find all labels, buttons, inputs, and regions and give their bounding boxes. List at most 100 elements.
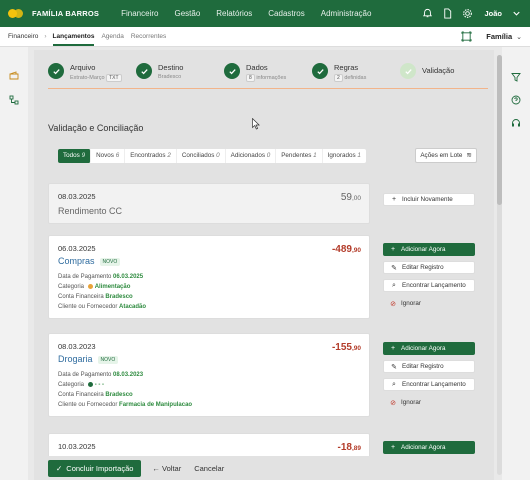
bell-icon[interactable]	[422, 8, 433, 19]
filter-novos[interactable]: Novos 6	[91, 149, 126, 163]
field-payment-date: Data de Pagamento 08.03.2023	[58, 372, 144, 378]
find-entry-button[interactable]: ⌕ Encontrar Lançamento	[383, 378, 475, 391]
plus-icon: +	[390, 345, 396, 352]
scrollbar-thumb[interactable]	[497, 55, 502, 205]
step-dados[interactable]: Dados 8 informações	[224, 63, 312, 82]
add-now-button[interactable]: + Adicionar Agora	[383, 243, 475, 256]
brand-name[interactable]: FAMÍLIA BARROS	[32, 9, 99, 18]
file-type-badge: TXT	[106, 74, 122, 82]
filter-pendentes[interactable]: Pendentes 1	[276, 149, 323, 163]
field-account: Conta Financeira Bradesco	[58, 392, 133, 398]
card-date: 08.03.2023	[58, 342, 96, 351]
filter-encontrados[interactable]: Encontrados 2	[125, 149, 177, 163]
bottom-action-bar: ✓ Concluir Importação ← Voltar Cancelar	[34, 456, 494, 480]
block-icon: ⊘	[390, 399, 396, 407]
ignore-button[interactable]: ⊘ Ignorar	[383, 396, 475, 409]
chevron-right-icon: ›	[44, 33, 47, 40]
filter-adicionados[interactable]: Adicionados 0	[226, 149, 277, 163]
card-title[interactable]: Drogaria NOVO	[58, 354, 119, 364]
nav-gestao[interactable]: Gestão	[174, 9, 200, 18]
block-icon: ⊘	[390, 300, 396, 308]
family-selector[interactable]: Família	[486, 32, 512, 41]
step-destino[interactable]: Destino Bradesco	[136, 63, 224, 80]
mouse-cursor-icon	[252, 118, 260, 130]
wallet-icon[interactable]	[9, 68, 19, 80]
transaction-card[interactable]: 06.03.2025 Compras NOVO -489,90 Data de P…	[48, 235, 370, 319]
card-date: 08.03.2025	[58, 192, 96, 201]
scrollbar[interactable]	[497, 55, 502, 475]
expand-icon[interactable]	[461, 31, 472, 42]
headset-icon[interactable]	[511, 115, 521, 127]
nav-financeiro[interactable]: Financeiro	[121, 9, 158, 18]
search-icon: ⌕	[392, 281, 396, 289]
step-arquivo[interactable]: Arquivo Extrato-Março TXT	[48, 63, 136, 82]
conclude-import-button[interactable]: ✓ Concluir Importação	[48, 459, 142, 477]
card-title[interactable]: Compras NOVO	[58, 256, 121, 266]
nav-cadastros[interactable]: Cadastros	[268, 9, 304, 18]
cancel-button[interactable]: Cancelar	[194, 464, 224, 473]
step-title: Arquivo	[70, 63, 96, 72]
filter-conciliados[interactable]: Conciliados 0	[177, 149, 226, 163]
edit-record-button[interactable]: ✎ Editar Registro	[383, 360, 475, 373]
field-category: Categoria Alimentação	[58, 284, 131, 291]
tab-recorrentes[interactable]: Recorrentes	[131, 33, 166, 40]
edit-record-button[interactable]: ✎ Editar Registro	[383, 261, 475, 274]
user-name[interactable]: João	[484, 9, 502, 18]
card-date: 10.03.2025	[58, 442, 96, 451]
field-supplier: Cliente ou Fornecedor Atacadão	[58, 304, 147, 310]
stepper-divider	[48, 88, 488, 89]
transaction-card[interactable]: 08.03.2023 Drogaria NOVO -155,90 Data de …	[48, 333, 370, 417]
hierarchy-icon[interactable]	[9, 92, 19, 105]
find-entry-button[interactable]: ⌕ Encontrar Lançamento	[383, 279, 475, 292]
chevron-down-icon[interactable]: ⌄	[516, 33, 522, 41]
include-again-button[interactable]: + Incluir Novamente	[383, 193, 475, 206]
count-badge: 2	[334, 74, 343, 82]
transaction-card[interactable]: 08.03.2025 Rendimento CC 59,00	[48, 183, 370, 224]
bulk-actions-label: Ações em Lote	[420, 152, 463, 159]
filter-tabs: Todos 9 Novos 6 Encontrados 2 Conciliado…	[58, 149, 366, 163]
plus-icon: +	[390, 246, 396, 253]
plus-icon: +	[391, 196, 397, 203]
plus-icon: +	[390, 444, 396, 451]
filter-ignorados[interactable]: Ignorados 1	[323, 149, 366, 163]
bulk-actions-button[interactable]: Ações em Lote ≋	[415, 148, 477, 163]
ignore-button[interactable]: ⊘ Ignorar	[383, 297, 475, 310]
back-button[interactable]: ← Voltar	[152, 464, 181, 473]
tab-agenda[interactable]: Agenda	[101, 33, 123, 40]
step-regras[interactable]: Regras 2 definidas	[312, 63, 400, 82]
arrow-left-icon: ←	[152, 463, 160, 473]
pencil-icon: ✎	[391, 264, 397, 272]
gear-icon[interactable]	[462, 8, 473, 19]
brand-logo[interactable]	[8, 9, 23, 18]
layers-icon: ≋	[466, 152, 472, 159]
new-badge: NOVO	[97, 355, 119, 364]
nav-relatorios[interactable]: Relatórios	[216, 9, 252, 18]
nav-administracao[interactable]: Administração	[321, 9, 372, 18]
step-title: Validação	[422, 66, 455, 75]
add-now-button[interactable]: + Adicionar Agora	[383, 342, 475, 355]
check-icon	[136, 63, 152, 79]
main-nav: Financeiro Gestão Relatórios Cadastros A…	[121, 9, 387, 18]
add-now-button[interactable]: + Adicionar Agora	[383, 441, 475, 454]
left-sidebar	[0, 47, 28, 480]
chevron-down-icon[interactable]	[511, 8, 522, 19]
step-subtitle: Bradesco	[158, 74, 182, 80]
filter-icon[interactable]	[511, 69, 521, 82]
tab-lancamentos[interactable]: Lançamentos	[52, 28, 95, 46]
step-validacao[interactable]: Validação	[400, 63, 488, 79]
section-title: Validação e Conciliação	[48, 123, 144, 133]
pencil-icon: ✎	[391, 363, 397, 371]
step-title: Regras	[334, 63, 359, 72]
card-amount: 59,00	[340, 192, 361, 203]
category-dot	[87, 284, 93, 289]
count-badge: 8	[246, 74, 255, 82]
filter-todos[interactable]: Todos 9	[58, 149, 92, 163]
top-navbar: FAMÍLIA BARROS Financeiro Gestão Relatór…	[0, 0, 530, 27]
document-icon[interactable]	[442, 8, 453, 19]
help-icon[interactable]	[511, 92, 521, 105]
card-amount: -155,90	[331, 342, 361, 353]
card-date: 06.03.2025	[58, 244, 96, 253]
new-badge: NOVO	[99, 257, 121, 266]
breadcrumb-financeiro[interactable]: Financeiro	[8, 33, 38, 40]
card-amount: -489,90	[331, 244, 361, 255]
